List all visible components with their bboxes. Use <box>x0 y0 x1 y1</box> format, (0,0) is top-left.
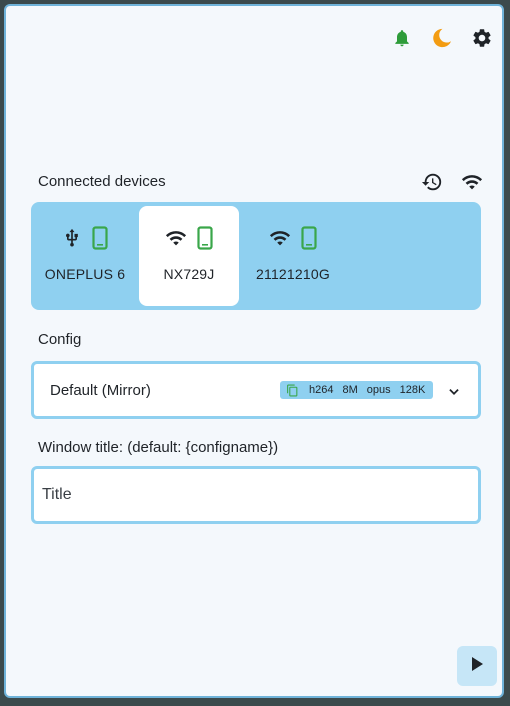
bell-icon[interactable] <box>390 26 414 50</box>
device-name: ONEPLUS 6 <box>44 266 126 282</box>
window-title-input[interactable] <box>34 469 478 521</box>
device-card-21121210g[interactable]: 21121210G <box>243 206 343 306</box>
start-button[interactable] <box>457 646 497 686</box>
wifi-icon <box>269 227 291 254</box>
audio-codec: opus <box>366 384 391 396</box>
config-select[interactable]: Default (Mirror) h264 8M opus 128K <box>31 361 481 419</box>
window-title-field <box>31 466 481 524</box>
moon-icon[interactable] <box>430 26 454 50</box>
connected-devices-label: Connected devices <box>38 173 166 190</box>
history-icon[interactable] <box>420 170 444 194</box>
config-summary-badge: h264 8M opus 128K <box>280 381 434 399</box>
app-window: Connected devices ONEPLUS 6 NX729J 21121… <box>4 4 504 698</box>
audio-bitrate: 128K <box>399 384 426 396</box>
chevron-down-icon[interactable] <box>446 384 462 400</box>
device-name: NX729J <box>163 266 215 282</box>
copy-icon[interactable] <box>286 383 300 397</box>
top-toolbar <box>390 26 494 50</box>
device-card-nx729j[interactable]: NX729J <box>139 206 239 306</box>
device-list: ONEPLUS 6 NX729J 21121210G <box>31 202 481 310</box>
devices-header-actions <box>420 170 484 194</box>
gear-icon[interactable] <box>470 26 494 50</box>
phone-icon <box>197 225 213 255</box>
device-name: 21121210G <box>256 266 330 282</box>
config-label: Config <box>38 331 82 348</box>
device-card-oneplus-6[interactable]: ONEPLUS 6 <box>35 206 135 306</box>
phone-icon <box>92 225 108 255</box>
phone-icon <box>301 225 317 255</box>
wifi-icon <box>165 227 187 254</box>
video-codec: h264 <box>309 384 334 396</box>
wifi-icon[interactable] <box>460 170 484 194</box>
window-title-label: Window title: (default: {configname}) <box>38 439 279 456</box>
usb-icon <box>62 227 82 254</box>
video-bitrate: 8M <box>342 384 358 396</box>
play-icon <box>470 656 484 677</box>
config-value: Default (Mirror) <box>50 382 151 399</box>
